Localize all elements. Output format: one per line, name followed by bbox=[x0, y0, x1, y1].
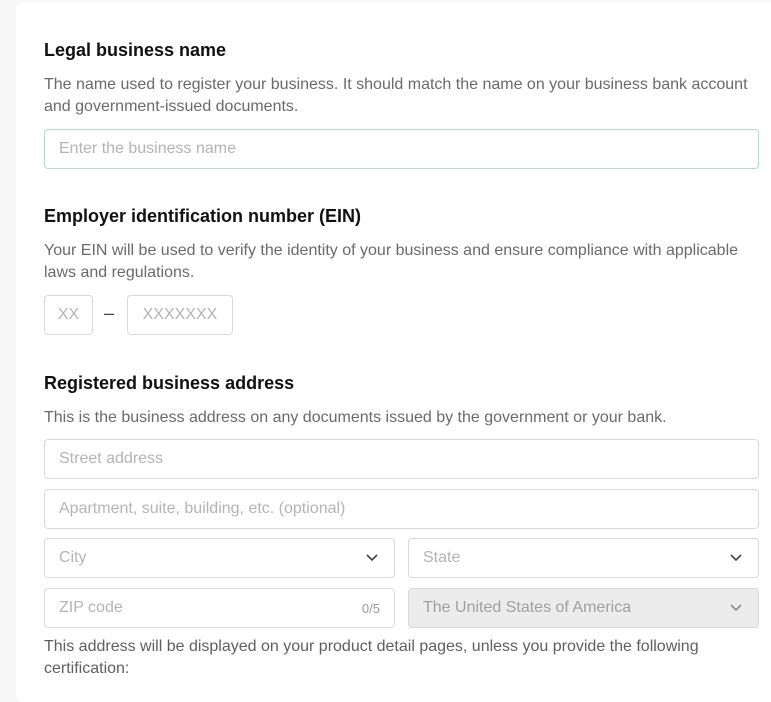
ein-prefix-placeholder: XX bbox=[57, 306, 80, 323]
legal-name-title: Legal business name bbox=[44, 40, 227, 60]
zip-code-counter: 0/5 bbox=[361, 600, 380, 616]
street-address-placeholder: Street address bbox=[59, 450, 164, 467]
country-value: The United States of America bbox=[423, 599, 632, 616]
ein-separator: – bbox=[104, 303, 115, 323]
business-info-card: Legal business name The name used to reg… bbox=[16, 2, 771, 702]
business-name-input[interactable]: Enter the business name bbox=[44, 129, 759, 169]
city-placeholder: City bbox=[59, 549, 87, 566]
zip-code-placeholder: ZIP code bbox=[59, 599, 123, 616]
zip-code-input[interactable]: ZIP code 0/5 bbox=[44, 588, 395, 628]
ein-prefix-input[interactable]: XX bbox=[44, 295, 93, 335]
ein-description: Your EIN will be used to verify the iden… bbox=[44, 242, 739, 281]
ein-suffix-input[interactable]: XXXXXXX bbox=[127, 295, 233, 335]
apartment-placeholder: Apartment, suite, building, etc. (option… bbox=[59, 500, 346, 517]
address-description: This is the business address on any docu… bbox=[44, 409, 667, 426]
state-select[interactable]: State bbox=[408, 538, 759, 578]
business-name-placeholder: Enter the business name bbox=[59, 140, 236, 157]
chevron-down-icon bbox=[728, 550, 744, 566]
address-footer-note: This address will be displayed on your p… bbox=[44, 638, 699, 677]
legal-name-description: The name used to register your business.… bbox=[44, 76, 748, 115]
chevron-down-icon bbox=[728, 600, 744, 616]
street-address-input[interactable]: Street address bbox=[44, 439, 759, 479]
address-title: Registered business address bbox=[44, 373, 295, 393]
ein-title: Employer identification number (EIN) bbox=[44, 206, 362, 226]
state-placeholder: State bbox=[423, 549, 461, 566]
city-select[interactable]: City bbox=[44, 538, 395, 578]
apartment-input[interactable]: Apartment, suite, building, etc. (option… bbox=[44, 489, 759, 529]
ein-suffix-placeholder: XXXXXXX bbox=[142, 306, 218, 323]
country-select: The United States of America bbox=[408, 588, 759, 628]
chevron-down-icon bbox=[364, 550, 380, 566]
